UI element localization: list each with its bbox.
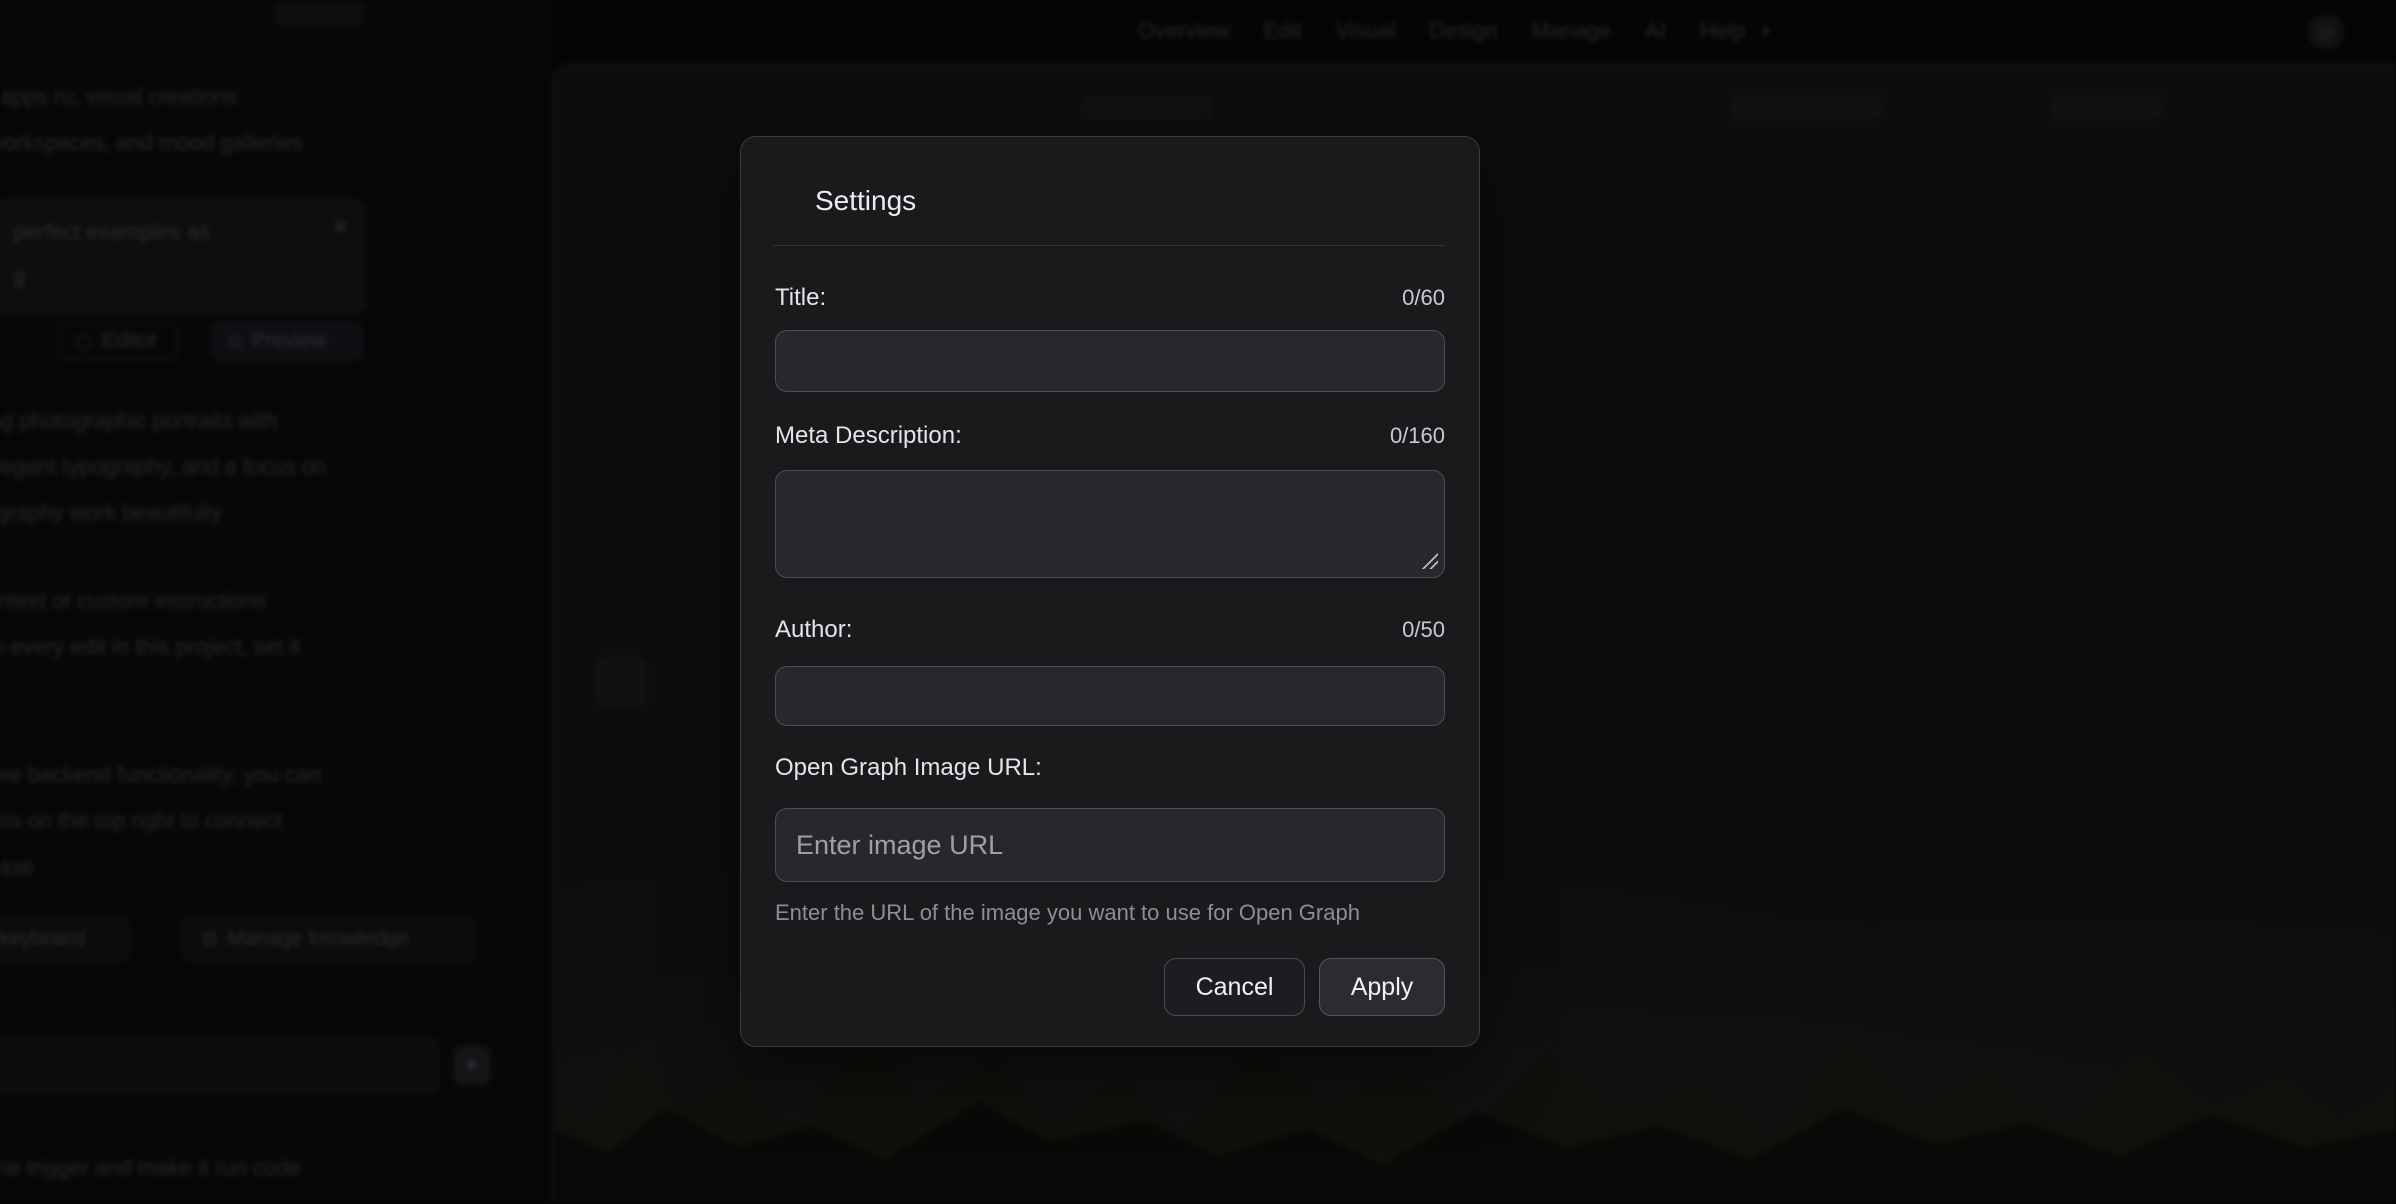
og-image-url-input[interactable] bbox=[775, 808, 1445, 882]
title-counter: 0/60 bbox=[1402, 285, 1445, 311]
author-label: Author: bbox=[775, 616, 852, 644]
apply-button[interactable]: Apply bbox=[1319, 958, 1445, 1016]
og-image-url-helper: Enter the URL of the image you want to u… bbox=[775, 900, 1445, 926]
dialog-title: Settings bbox=[815, 183, 1445, 219]
cancel-button[interactable]: Cancel bbox=[1164, 958, 1305, 1016]
divider bbox=[773, 245, 1445, 246]
author-counter: 0/50 bbox=[1402, 617, 1445, 643]
author-input[interactable] bbox=[775, 666, 1445, 726]
settings-dialog: Settings Title: 0/60 Meta Description: 0… bbox=[740, 136, 1480, 1047]
meta-description-counter: 0/160 bbox=[1390, 423, 1445, 449]
meta-description-label: Meta Description: bbox=[775, 422, 962, 450]
og-image-url-label: Open Graph Image URL: bbox=[775, 754, 1042, 782]
title-input[interactable] bbox=[775, 330, 1445, 392]
meta-description-textarea[interactable] bbox=[775, 470, 1445, 578]
title-label: Title: bbox=[775, 284, 826, 312]
